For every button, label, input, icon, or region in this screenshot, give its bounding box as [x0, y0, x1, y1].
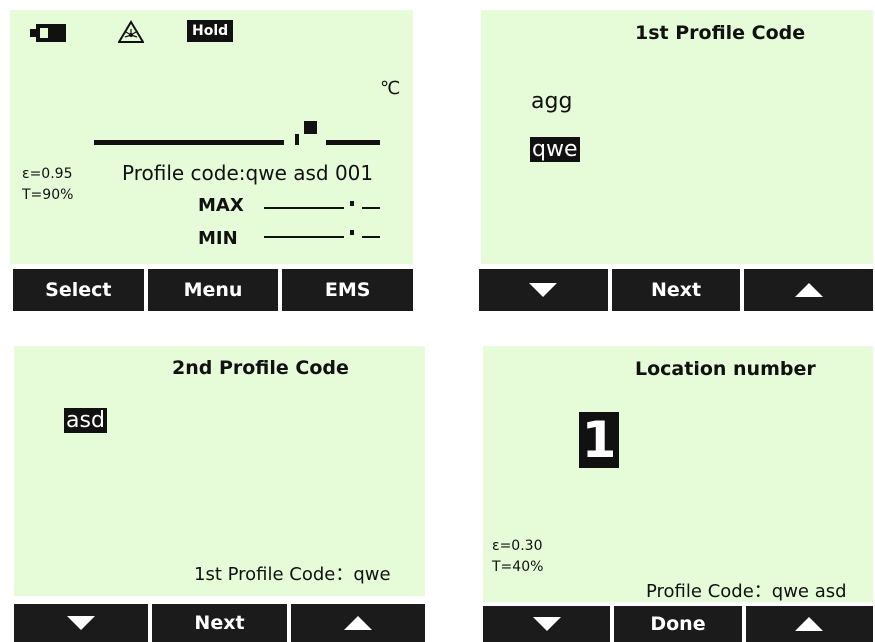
battery-icon — [30, 24, 66, 46]
softkey-bar-main: Select Menu EMS — [13, 269, 414, 311]
transmission-value: T=90% — [22, 187, 74, 203]
emissivity-value: ε=0.30 — [492, 538, 543, 554]
hold-badge: Hold — [187, 20, 234, 42]
screen-title: 1st Profile Code — [635, 22, 806, 44]
laser-warning-icon — [117, 20, 145, 48]
profile-code-text: Profile code:qwe asd 001 — [122, 161, 374, 185]
min-label: MIN — [198, 228, 238, 249]
arrow-down-icon — [67, 616, 96, 630]
profile-option[interactable]: agg — [531, 89, 572, 114]
max-label: MAX — [198, 195, 244, 216]
softkey-bar-second-profile: Next — [14, 604, 425, 642]
down-button[interactable] — [14, 604, 149, 642]
done-button[interactable]: Done — [614, 606, 742, 642]
profile-code-summary: Profile Code：qwe asd — [646, 581, 847, 602]
next-button[interactable]: Next — [611, 269, 741, 311]
second-profile-code-screen: 2nd Profile Code asd 1st Profile Code：qw… — [14, 346, 425, 596]
softkey-bar-first-profile: Next — [479, 269, 874, 311]
ems-button[interactable]: EMS — [282, 269, 414, 311]
up-button[interactable] — [290, 604, 425, 642]
profile-option-selected[interactable]: asd — [64, 408, 107, 433]
screen-title: Location number — [635, 358, 816, 380]
select-button[interactable]: Select — [13, 269, 144, 311]
min-marker — [350, 230, 354, 235]
arrow-down-icon — [532, 617, 561, 631]
menu-button[interactable]: Menu — [147, 269, 279, 311]
arrow-up-icon — [343, 616, 372, 630]
profile-option-selected[interactable]: qwe — [530, 137, 580, 162]
first-profile-code-screen: 1st Profile Code agg qwe — [481, 10, 873, 264]
up-button[interactable] — [744, 269, 874, 311]
arrow-down-icon — [529, 283, 558, 297]
min-indicator — [264, 236, 344, 238]
temperature-unit: ℃ — [380, 78, 401, 99]
next-button[interactable]: Next — [152, 604, 287, 642]
max-marker — [350, 201, 354, 206]
up-button[interactable] — [745, 606, 873, 642]
down-button[interactable] — [479, 269, 608, 311]
down-button[interactable] — [483, 606, 611, 642]
screen-title: 2nd Profile Code — [172, 357, 349, 379]
max-indicator-tail — [362, 207, 380, 209]
temperature-scale-bar — [94, 118, 380, 156]
softkey-bar-location: Done — [483, 606, 873, 642]
location-number-screen: Location number 1 ε=0.30 T=40% Profile C… — [483, 346, 873, 602]
first-profile-code-summary: 1st Profile Code：qwe — [194, 564, 391, 585]
location-number-value[interactable]: 1 — [579, 412, 619, 468]
arrow-up-icon — [794, 283, 823, 297]
arrow-up-icon — [795, 617, 824, 631]
transmission-value: T=40% — [492, 559, 544, 575]
min-indicator-tail — [362, 236, 380, 238]
max-indicator — [264, 207, 344, 209]
emissivity-value: ε=0.95 — [22, 166, 73, 182]
main-measurement-screen: Hold ℃ ε=0.95 T=90% Profile code:qwe asd… — [10, 10, 413, 264]
